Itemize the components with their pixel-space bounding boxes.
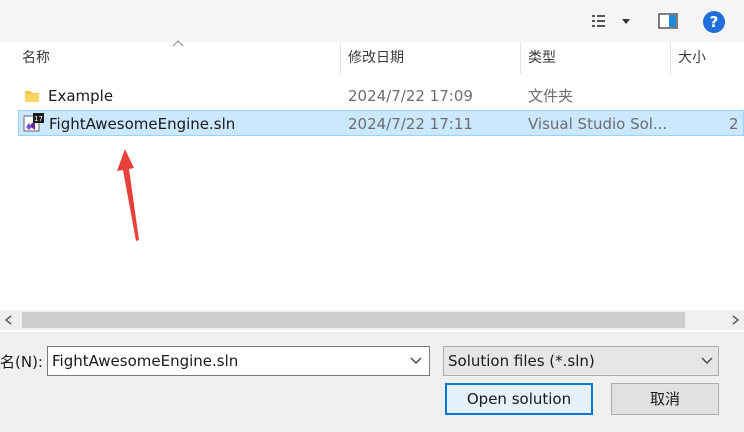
view-options-icon <box>592 15 630 27</box>
cancel-button[interactable]: 取消 <box>611 383 719 415</box>
column-name-label: 名称 <box>22 50 50 66</box>
view-options-button[interactable] <box>586 10 634 32</box>
column-type-label: 类型 <box>528 50 556 66</box>
column-divider[interactable] <box>340 42 341 74</box>
filename-input[interactable]: FightAwesomeEngine.sln <box>47 346 430 376</box>
column-size-label: 大小 <box>678 50 706 66</box>
svg-text:?: ? <box>710 13 719 31</box>
column-header-type[interactable]: 类型 <box>522 42 670 74</box>
chevron-down-icon <box>622 19 630 24</box>
filename-value: FightAwesomeEngine.sln <box>52 352 239 370</box>
dialog-footer: 名(N): FightAwesomeEngine.sln Solution fi… <box>0 332 744 432</box>
chevron-down-icon[interactable] <box>410 356 422 366</box>
file-list-item[interactable]: Example 2024/7/22 17:09 文件夹 <box>18 83 744 109</box>
column-divider[interactable] <box>670 42 671 74</box>
scroll-left-icon[interactable] <box>3 314 15 326</box>
preview-pane-button[interactable] <box>656 10 680 32</box>
horizontal-scrollbar[interactable] <box>0 310 744 330</box>
column-divider[interactable] <box>520 42 521 74</box>
file-type: Visual Studio Sol... <box>528 115 668 133</box>
file-name: Example <box>48 87 114 105</box>
file-size: 2 <box>729 115 739 133</box>
scroll-right-icon[interactable] <box>729 314 741 326</box>
help-button[interactable]: ? <box>702 10 726 34</box>
file-type: 文件夹 <box>528 87 574 105</box>
filename-label: 名(N): <box>0 353 43 371</box>
file-date: 2024/7/22 17:09 <box>348 87 473 105</box>
annotation-arrow <box>117 149 139 241</box>
help-icon: ? <box>703 11 725 33</box>
column-header-name[interactable]: 名称 <box>16 42 340 74</box>
column-header-date[interactable]: 修改日期 <box>342 42 520 74</box>
toolbar: ? <box>0 0 744 42</box>
preview-pane-icon <box>658 13 678 29</box>
chevron-down-icon[interactable] <box>701 356 713 366</box>
file-date: 2024/7/22 17:11 <box>348 115 473 133</box>
column-date-label: 修改日期 <box>348 50 404 66</box>
folder-icon <box>25 91 39 102</box>
column-header-bar: 名称 修改日期 类型 大小 <box>0 40 744 74</box>
file-list-item-selected[interactable]: 17 FightAwesomeEngine.sln 2024/7/22 17:1… <box>18 110 744 136</box>
open-solution-button[interactable]: Open solution <box>445 383 593 415</box>
column-header-size[interactable]: 大小 <box>672 42 744 74</box>
file-type-select[interactable]: Solution files (*.sln) <box>443 346 719 376</box>
file-type-selected: Solution files (*.sln) <box>448 352 595 370</box>
scrollbar-thumb[interactable] <box>22 312 685 328</box>
version-badge: 17 <box>34 115 43 123</box>
visual-studio-solution-icon: 17 <box>23 113 44 132</box>
file-name: FightAwesomeEngine.sln <box>49 115 236 133</box>
